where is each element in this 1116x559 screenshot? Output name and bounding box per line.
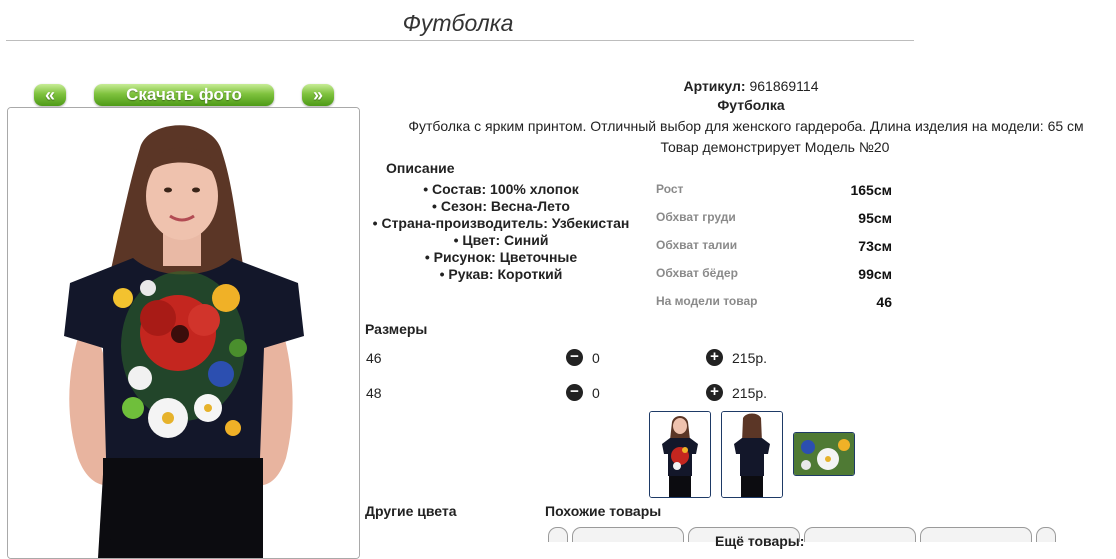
thumbnail-front[interactable] [649, 411, 711, 498]
download-photo-button[interactable]: Скачать фото [94, 84, 274, 106]
thumbnail-back[interactable] [721, 411, 783, 498]
property-item: Цвет: Синий [366, 232, 636, 249]
similar-next-button[interactable] [1036, 527, 1056, 542]
measurement-label: Обхват талии [656, 238, 738, 252]
measurement-row: Обхват талии 73см [656, 238, 892, 256]
other-colors-heading: Другие цвета [365, 503, 457, 519]
prev-photo-button[interactable]: « [34, 84, 66, 106]
article-label: Артикул: [683, 78, 746, 94]
measurement-value: 73см [858, 238, 892, 254]
article-value: 961869114 [749, 78, 819, 94]
price-value: 215р. [732, 350, 768, 366]
sizes-heading: Размеры [365, 321, 428, 337]
size-label: 48 [366, 385, 382, 401]
property-item: Состав: 100% хлопок [366, 181, 636, 198]
plus-circle-icon[interactable]: + [706, 384, 723, 401]
measurement-label: Обхват бёдер [656, 266, 738, 280]
similar-products-heading: Похожие товары [545, 503, 662, 519]
measurement-label: Рост [656, 182, 684, 196]
description-heading: Описание [386, 160, 455, 176]
measurement-row: Обхват груди 95см [656, 210, 892, 228]
article-line: Артикул: 961869114 [366, 78, 1116, 94]
quantity-value[interactable]: 0 [592, 385, 600, 401]
size-label: 46 [366, 350, 382, 366]
measurement-row: Обхват бёдер 99см [656, 266, 892, 284]
minus-circle-icon[interactable]: − [566, 384, 583, 401]
more-products-label[interactable]: Ещё товары: [715, 533, 804, 549]
product-name: Футболка [717, 97, 785, 113]
quantity-value[interactable]: 0 [592, 350, 600, 366]
property-item: Рукав: Короткий [366, 266, 636, 283]
main-product-photo[interactable] [7, 107, 360, 559]
property-list: Состав: 100% хлопок Сезон: Весна-Лето Ст… [366, 181, 636, 283]
minus-circle-icon[interactable]: − [566, 349, 583, 366]
similar-product-card[interactable] [920, 527, 1032, 542]
property-item: Рисунок: Цветочные [366, 249, 636, 266]
title-divider [6, 40, 914, 41]
product-description: Футболка с ярким принтом. Отличный выбор… [408, 118, 1084, 134]
measurement-label: Обхват груди [656, 210, 736, 224]
measurement-value: 95см [858, 210, 892, 226]
property-item: Страна-производитель: Узбекистан [366, 215, 636, 232]
similar-prev-button[interactable] [548, 527, 568, 542]
measurement-value: 165см [850, 182, 892, 198]
price-value: 215р. [732, 385, 768, 401]
similar-product-card[interactable] [804, 527, 916, 542]
page-title: Футболка [402, 10, 514, 36]
measurement-label: На модели товар [656, 294, 758, 308]
next-photo-button[interactable]: » [302, 84, 334, 106]
measurement-value: 46 [876, 294, 892, 310]
property-item: Сезон: Весна-Лето [366, 198, 636, 215]
plus-circle-icon[interactable]: + [706, 349, 723, 366]
similar-product-card[interactable] [572, 527, 684, 542]
measurement-row: На модели товар 46 [656, 294, 892, 312]
measurement-row: Рост 165см [656, 182, 892, 200]
thumbnail-print[interactable] [793, 432, 855, 476]
model-note: Товар демонстрирует Модель №20 [660, 139, 890, 155]
model-photo-illustration [8, 108, 359, 558]
measurement-value: 99см [858, 266, 892, 282]
